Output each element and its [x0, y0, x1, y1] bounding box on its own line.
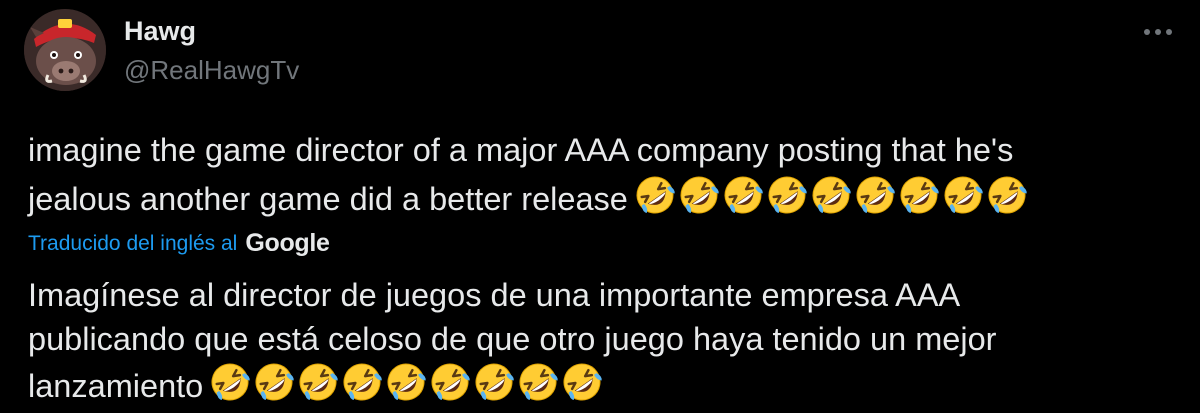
more-dots-icon: [1144, 29, 1172, 35]
tweet-text-line: imagine the game director of a major AAA…: [28, 126, 1178, 174]
translated-text-line-2: publicando que está celoso de que otro j…: [28, 321, 997, 357]
rolling-on-floor-laughing-icon: [473, 361, 515, 403]
more-options-button[interactable]: [1136, 14, 1180, 50]
translated-text-line-3: lanzamiento: [28, 368, 204, 404]
rolling-on-floor-laughing-icon: [517, 361, 559, 403]
rolling-on-floor-laughing-icon: [986, 174, 1028, 216]
tweet-text-line-1: imagine the game director of a major AAA…: [28, 132, 1014, 168]
author-name[interactable]: Hawg: [124, 16, 196, 47]
rolling-on-floor-laughing-icon: [722, 174, 764, 216]
rolling-on-floor-laughing-icon: [678, 174, 720, 216]
translation-note: Traducido del inglés al Google: [28, 229, 330, 258]
hawg-avatar-icon: [24, 9, 106, 91]
rolling-on-floor-laughing-icon: [634, 174, 676, 216]
rolling-on-floor-laughing-icon: [854, 174, 896, 216]
translated-text-line: lanzamiento: [28, 361, 1178, 405]
google-logo: Google: [245, 229, 330, 257]
rolling-on-floor-laughing-icon: [297, 361, 339, 403]
rolling-on-floor-laughing-icon: [341, 361, 383, 403]
rolling-on-floor-laughing-icon: [766, 174, 808, 216]
translated-text-line-1: Imagínese al director de juegos de una i…: [28, 277, 961, 313]
author-handle[interactable]: @RealHawgTv: [124, 55, 299, 86]
tweet-text-line-2: jealous another game did a better releas…: [28, 181, 628, 217]
rolling-on-floor-laughing-icon: [429, 361, 471, 403]
translated-text-line: Imagínese al director de juegos de una i…: [28, 273, 1178, 317]
emoji-row: [634, 174, 1028, 216]
avatar[interactable]: [24, 9, 106, 91]
tweet-text: imagine the game director of a major AAA…: [28, 126, 1178, 222]
translated-from-label[interactable]: Traducido del inglés al: [28, 232, 237, 256]
translated-text-line: publicando que está celoso de que otro j…: [28, 317, 1178, 361]
rolling-on-floor-laughing-icon: [209, 361, 251, 403]
rolling-on-floor-laughing-icon: [385, 361, 427, 403]
rolling-on-floor-laughing-icon: [942, 174, 984, 216]
tweet-text-line: jealous another game did a better releas…: [28, 174, 1178, 222]
translated-text: Imagínese al director de juegos de una i…: [28, 273, 1178, 405]
rolling-on-floor-laughing-icon: [810, 174, 852, 216]
rolling-on-floor-laughing-icon: [253, 361, 295, 403]
emoji-row: [209, 361, 603, 403]
rolling-on-floor-laughing-icon: [898, 174, 940, 216]
rolling-on-floor-laughing-icon: [561, 361, 603, 403]
tweet: Hawg @RealHawgTv imagine the game direct…: [0, 0, 1200, 413]
